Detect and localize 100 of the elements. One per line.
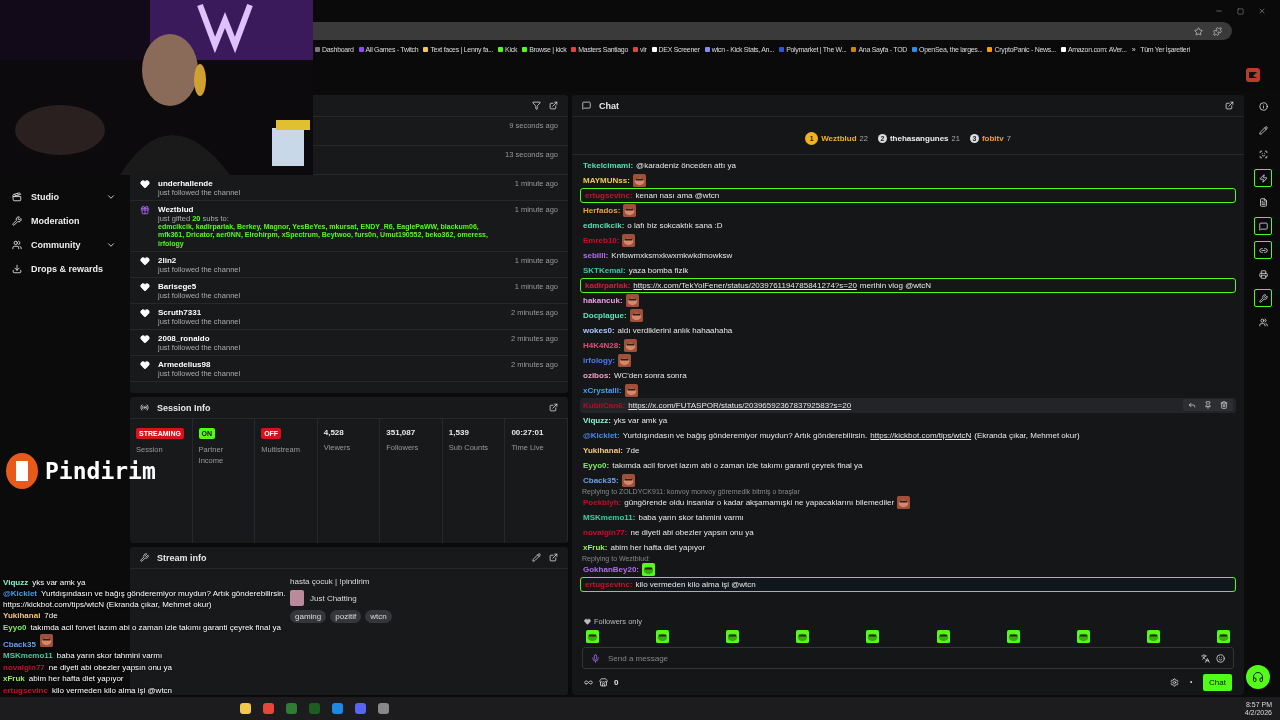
message-text: yks var amk ya (613, 416, 668, 425)
message-link[interactable]: https://kickbot.com/tips/wtcN (870, 431, 972, 440)
message-input[interactable]: Send a message (606, 652, 1195, 664)
store-icon[interactable] (599, 677, 608, 687)
activity-user: Weztblud (158, 205, 195, 214)
wrench-button[interactable] (1254, 289, 1272, 307)
popout-icon[interactable] (1225, 101, 1234, 110)
chat-username[interactable]: Cback35: (583, 476, 619, 485)
message-text: güngörende oldu insanlar o kadar akşamamışki ne yapacaklarını bilemediler (624, 498, 895, 507)
chat-username[interactable]: xCrystalll: (583, 386, 622, 395)
chat-username[interactable]: xFruk: (583, 543, 608, 552)
sidebar-item[interactable]: Drops & rewards (0, 259, 128, 279)
bolt-button[interactable] (1254, 169, 1272, 187)
stat-value: 351,087 (386, 428, 416, 437)
message-link[interactable]: https://x.com/FUTASPOR/status/2039659236783792583?s=20 (628, 401, 852, 410)
activity-user: Scruth7331 (158, 308, 203, 318)
support-button[interactable] (1246, 665, 1270, 689)
logo-icon[interactable] (1246, 68, 1260, 82)
overlay-chat-line: Yukihanai 7de (3, 611, 59, 622)
chat-username[interactable]: Docplague: (583, 311, 627, 320)
tag[interactable]: pozitif (330, 610, 362, 623)
chat-username[interactable]: Eyyo0: (583, 461, 610, 470)
overlay-chat-line: xFruk abim her hafta diet yapıyor (3, 674, 125, 685)
chat-username[interactable]: H4K4N28: (583, 341, 621, 350)
close-icon[interactable] (1258, 7, 1266, 15)
chat-username[interactable]: ozibos: (583, 371, 611, 380)
chat-username[interactable]: kadirparlak: (585, 281, 631, 290)
settings-icon[interactable] (1170, 677, 1180, 687)
message-text: kenan nası ama @wtcn (635, 191, 720, 200)
printer-icon (1258, 269, 1268, 279)
chat-button[interactable] (1254, 217, 1272, 235)
star-icon[interactable] (1194, 26, 1203, 36)
message-field[interactable]: Send a message (582, 647, 1234, 669)
app-icon[interactable] (286, 703, 297, 714)
popout-icon[interactable] (549, 101, 558, 110)
reply-icon[interactable] (1188, 401, 1196, 409)
leader-name: Weztblud (821, 134, 857, 143)
message-text: WC'den sonra sonra (614, 371, 687, 380)
translate-icon[interactable] (1201, 653, 1210, 663)
chat-username[interactable]: irfology: (583, 356, 615, 365)
emote-icon (866, 630, 880, 643)
tag[interactable]: gaming (290, 610, 327, 623)
broadcast-icon (140, 403, 149, 412)
brand-logo-icon (5, 452, 39, 490)
message-text: Knfowmxksmxkwxmkwkdmowksw (611, 251, 733, 260)
message-text: ne diyeti abi obezler yapsın onu ya (630, 528, 754, 537)
chat-username[interactable]: wokes0: (583, 326, 615, 335)
mic-icon[interactable] (591, 653, 600, 663)
emote-icon (1146, 630, 1160, 643)
wrench-icon (1258, 293, 1268, 303)
chat-send-button[interactable]: Chat (1203, 673, 1232, 691)
users-icon (1258, 317, 1268, 327)
document-icon (1258, 197, 1268, 207)
message-text: baba yarın skor tahmini varmı (638, 513, 744, 522)
popout-icon[interactable] (549, 403, 558, 412)
message-link[interactable]: https://x.com/TekYolFener/status/2039761194785841274?s=20 (633, 281, 857, 290)
filter-icon[interactable] (532, 101, 541, 110)
users-icon (12, 240, 22, 250)
app-icon[interactable] (378, 703, 389, 714)
emote-icon (586, 630, 599, 643)
pin-icon[interactable] (1204, 401, 1212, 409)
sidebar-item[interactable]: Community (0, 235, 128, 255)
headset-icon (1252, 671, 1264, 683)
chat-username[interactable]: MSKmemo11: (583, 513, 636, 522)
trash-icon[interactable] (1220, 401, 1228, 409)
chat-username[interactable]: GokhanBey20: (583, 565, 640, 574)
sidebar-item[interactable]: Studio (0, 187, 128, 207)
heart-icon (140, 179, 150, 189)
chat-username[interactable]: edmcikcik: (583, 221, 625, 230)
info-icon (1258, 101, 1268, 111)
puzzle-icon[interactable] (1213, 26, 1222, 36)
chevron-icon (106, 192, 116, 202)
emote-icon (936, 630, 950, 643)
chat-username[interactable]: Yukihanai: (583, 446, 623, 455)
emoji-icon[interactable] (1216, 653, 1225, 663)
message-text: takımda acil forvet lazım abi o zaman izle takımı garanti çeyrek final ya (612, 461, 863, 470)
chevron-icon (106, 240, 116, 250)
stream-title: hasta çocuk | !pindirim (290, 577, 371, 586)
tag[interactable]: wtcn (365, 610, 392, 623)
leader-name: thehasangunes (889, 134, 949, 143)
stat-value: 00:27:01 (511, 428, 544, 437)
message-text: merihin vlog @wtcN (859, 281, 932, 290)
chat-username[interactable]: MAYMUNss: (583, 176, 630, 185)
chat-username[interactable]: @Kicklet: (583, 431, 620, 440)
chat-username[interactable]: Herfados: (583, 206, 621, 215)
chat-icon (582, 101, 591, 110)
chat-username[interactable]: Tekelcimami: (583, 161, 634, 170)
chat-username[interactable]: Viquzz: (583, 416, 611, 425)
category-thumbnail (290, 590, 304, 606)
leader-name: fobitv (981, 134, 1004, 143)
link-button[interactable] (1254, 241, 1272, 259)
edit-icon[interactable] (532, 553, 541, 562)
download-icon (12, 264, 22, 274)
chat-username[interactable]: sebilll: (583, 251, 609, 260)
popout-icon[interactable] (549, 553, 558, 562)
chat-username[interactable]: SKTKemal: (583, 266, 626, 275)
chat-username[interactable]: hakancuk: (583, 296, 623, 305)
message-text: o lafı biz sokcaktık sana :D (627, 221, 723, 230)
emote-icon (796, 630, 810, 643)
sidebar-item[interactable]: Moderation (0, 211, 128, 231)
